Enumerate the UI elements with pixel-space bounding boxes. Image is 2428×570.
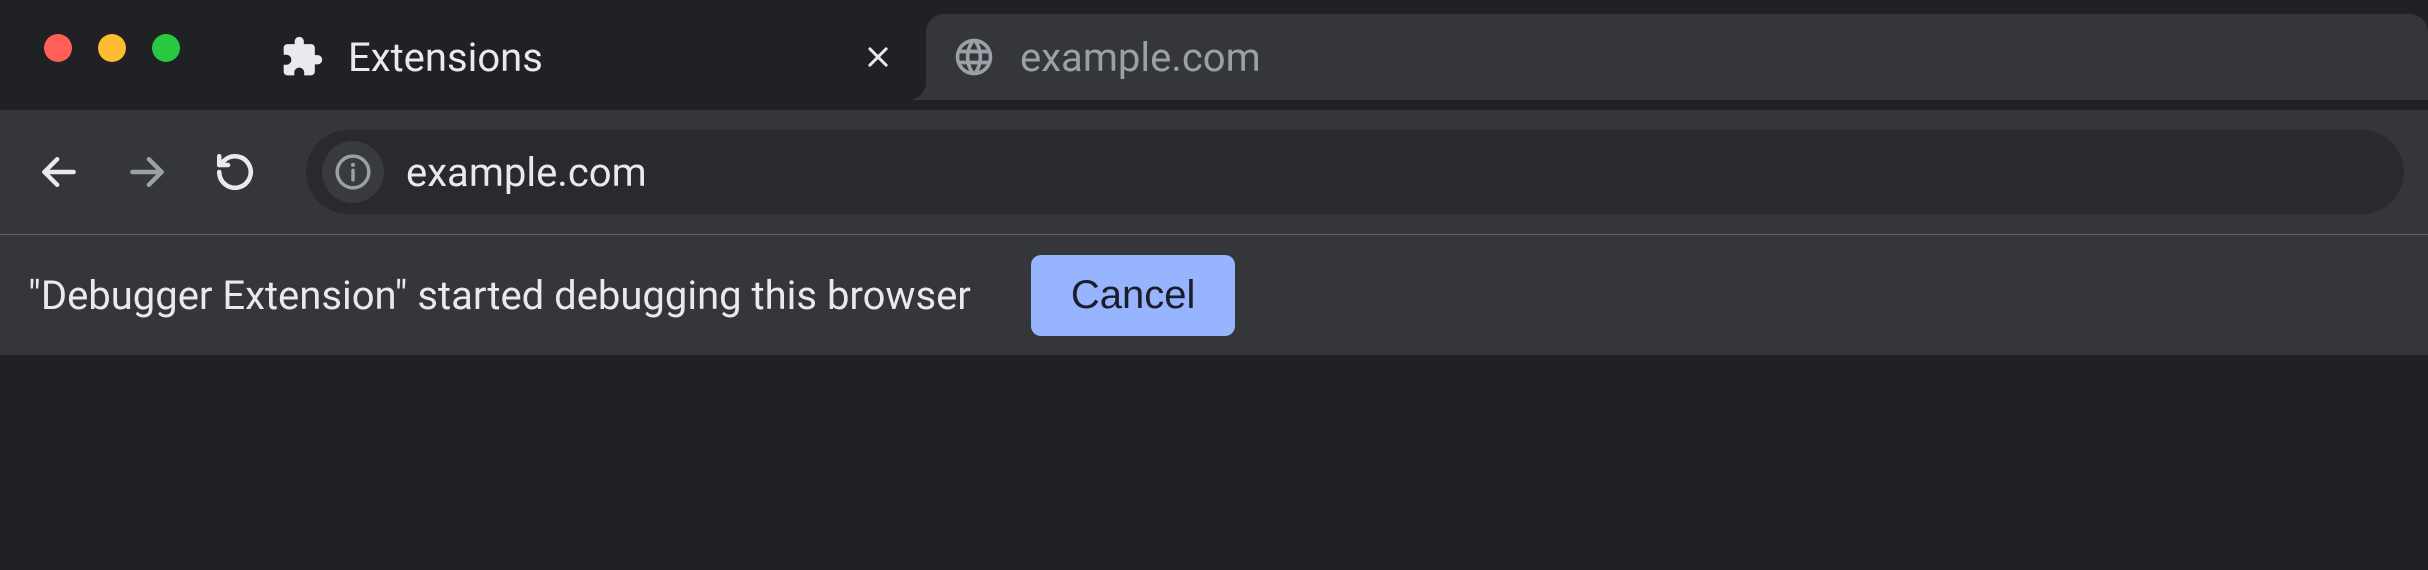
info-icon xyxy=(334,153,372,191)
infobar-message: "Debugger Extension" started debugging t… xyxy=(28,272,971,319)
address-input[interactable] xyxy=(404,148,2388,197)
globe-icon xyxy=(952,35,996,79)
reload-icon xyxy=(214,151,256,193)
tab-extensions[interactable]: Extensions xyxy=(254,14,926,100)
arrow-right-icon xyxy=(125,150,169,194)
arrow-left-icon xyxy=(37,150,81,194)
forward-button[interactable] xyxy=(112,137,182,207)
address-bar[interactable] xyxy=(306,130,2404,214)
reload-button[interactable] xyxy=(200,137,270,207)
debugger-infobar: "Debugger Extension" started debugging t… xyxy=(0,235,2428,355)
toolbar xyxy=(0,110,2428,235)
cancel-button[interactable]: Cancel xyxy=(1031,255,1236,336)
window-close-button[interactable] xyxy=(44,34,72,62)
tab-close-button[interactable] xyxy=(856,35,900,79)
window-controls xyxy=(0,0,214,62)
tabs-container: Extensions example.com xyxy=(214,0,2428,110)
close-icon xyxy=(864,43,892,71)
tab-example-com[interactable]: example.com xyxy=(926,14,2428,100)
tab-title: Extensions xyxy=(348,34,832,81)
puzzle-piece-icon xyxy=(280,35,324,79)
back-button[interactable] xyxy=(24,137,94,207)
window-zoom-button[interactable] xyxy=(152,34,180,62)
tab-title: example.com xyxy=(1020,34,2402,81)
window-minimize-button[interactable] xyxy=(98,34,126,62)
site-info-button[interactable] xyxy=(322,141,384,203)
tab-strip: Extensions example.com xyxy=(0,0,2428,110)
